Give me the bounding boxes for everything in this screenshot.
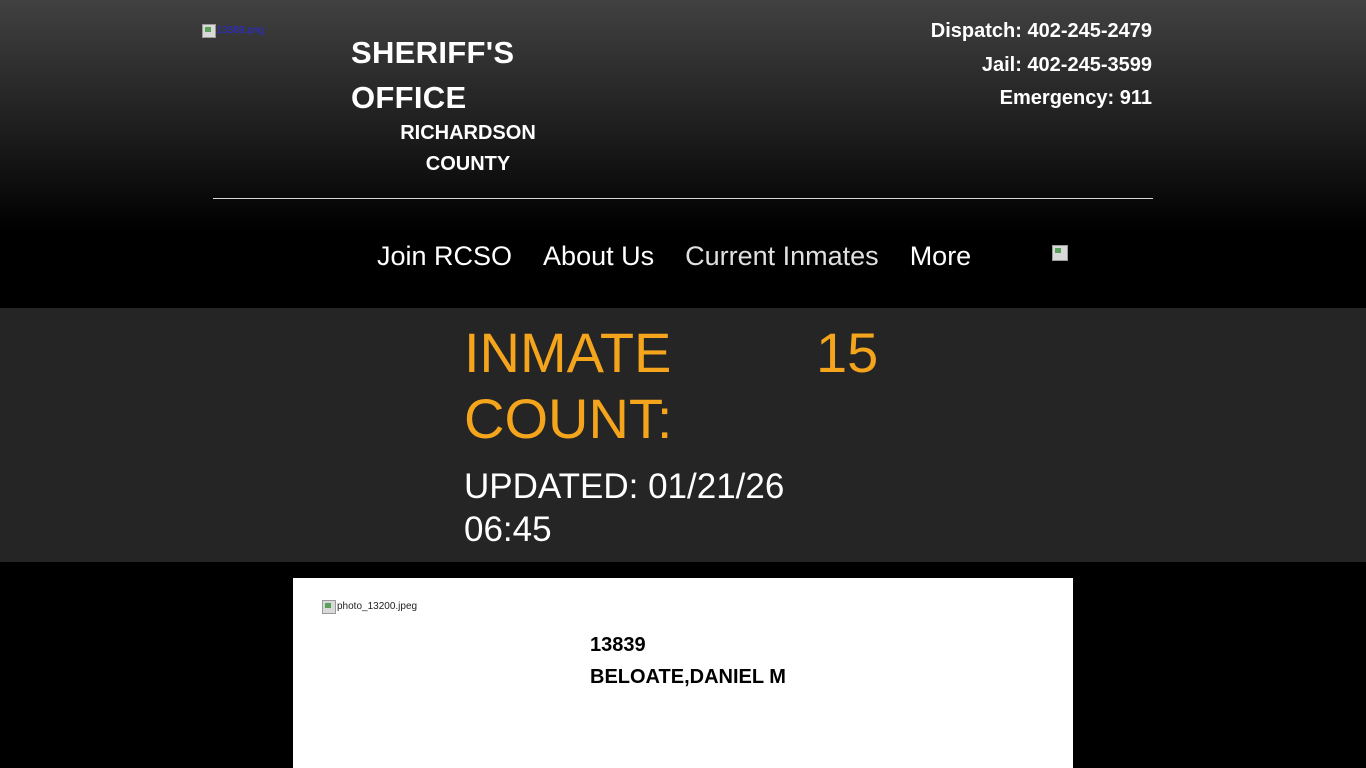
header-divider	[213, 198, 1153, 199]
nav-image-icon[interactable]	[1052, 245, 1068, 261]
inmate-count-value: 15	[816, 321, 879, 384]
jail-phone[interactable]: Jail: 402-245-3599	[931, 49, 1152, 83]
contact-info: Dispatch: 402-245-2479 Jail: 402-245-359…	[931, 15, 1152, 116]
site-title-line1: SHERIFF'S	[351, 35, 515, 70]
sheriff-logo-image[interactable]: 13389.png	[202, 23, 264, 39]
nav-more[interactable]: More	[910, 236, 972, 276]
site-subtitle: RICHARDSON COUNTY	[400, 122, 536, 175]
dispatch-phone[interactable]: Dispatch: 402-245-2479	[931, 15, 1152, 49]
nav-about-us[interactable]: About Us	[543, 236, 654, 276]
logo-alt-text: 13389.png	[216, 25, 264, 36]
inmate-photo[interactable]: photo_13200.jpeg	[322, 599, 417, 615]
broken-image-icon	[202, 24, 216, 38]
emergency-phone[interactable]: Emergency: 911	[931, 82, 1152, 116]
main-nav: Join RCSO About Us Current Inmates More	[377, 236, 1002, 276]
inmate-card[interactable]: photo_13200.jpeg 13839 BELOATE,DANIEL M	[293, 578, 1073, 768]
site-title-line2: OFFICE	[351, 80, 467, 115]
booking-number: 13839	[590, 634, 646, 656]
updated-timestamp: UPDATED: 01/21/26 06:45	[464, 467, 785, 549]
nav-join-rcso[interactable]: Join RCSO	[377, 236, 512, 276]
inmate-count-label: INMATE COUNT:	[464, 321, 673, 450]
broken-image-icon	[322, 600, 336, 614]
inmate-name[interactable]: BELOATE,DANIEL M	[590, 665, 786, 689]
nav-current-inmates[interactable]: Current Inmates	[685, 236, 879, 276]
site-header: 13389.png SHERIFF'S OFFICE RICHARDSON CO…	[0, 0, 1366, 308]
photo-alt-text: photo_13200.jpeg	[337, 601, 418, 612]
